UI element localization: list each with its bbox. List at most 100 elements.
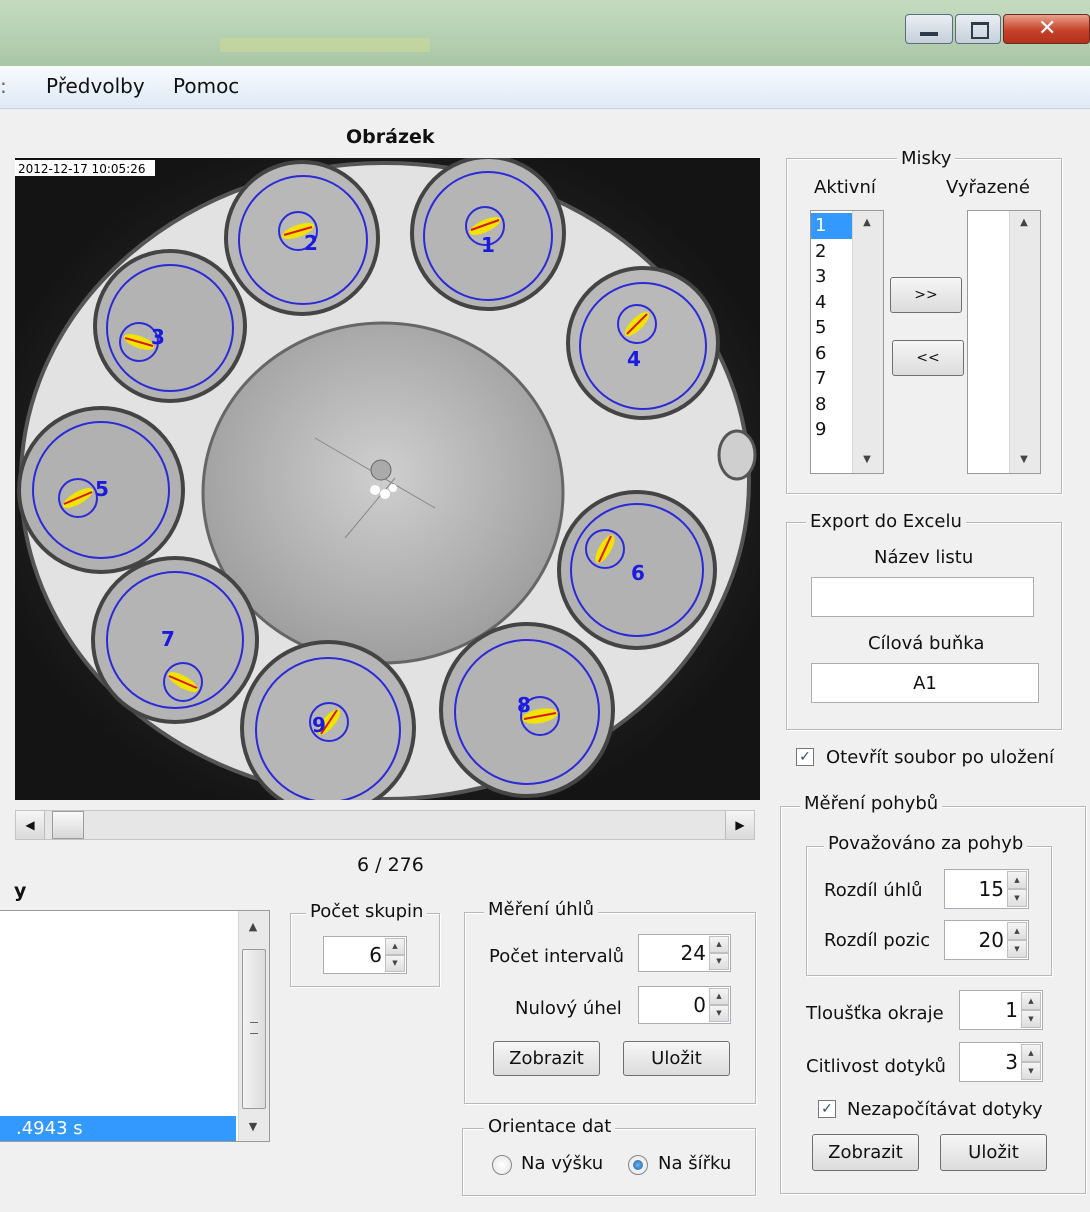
time-listbox[interactable]: .4943 s ▲ ▼ <box>0 910 270 1142</box>
app-window: ✕ : Předvolby Pomoc Obrázek 2012-12-17 1… <box>0 0 1090 1212</box>
minimize-icon <box>920 32 938 36</box>
group-count-title: Počet skupin <box>306 901 428 922</box>
orientation-horizontal-radio[interactable] <box>628 1155 648 1175</box>
checkmark-icon: ✓ <box>821 1101 833 1117</box>
camera-image[interactable]: 2012-12-17 10:05:26 1 2 3 4 5 6 7 8 9 <box>15 158 760 800</box>
scroll-down-icon[interactable]: ▼ <box>239 1111 267 1141</box>
pos-diff-value: 20 <box>978 928 1004 952</box>
angle-measure-title: Měření úhlů <box>484 899 599 920</box>
excluded-dishes-list[interactable]: ▲ ▼ <box>967 210 1041 474</box>
dish-label-2: 2 <box>304 231 318 255</box>
scroll-up-icon[interactable]: ▲ <box>853 217 881 228</box>
active-dish-item[interactable]: 3 <box>811 264 855 290</box>
active-dish-item[interactable]: 6 <box>811 341 855 367</box>
open-after-save-checkbox[interactable]: ✓ <box>796 748 814 766</box>
target-cell-label: Cílová buňka <box>868 633 985 654</box>
spin-up-icon[interactable]: ▲ <box>385 938 405 955</box>
menu-bar: : Předvolby Pomoc <box>0 66 1090 109</box>
ignore-touch-checkbox[interactable]: ✓ <box>818 1100 836 1118</box>
sensitivity-label: Citlivost dotyků <box>806 1056 946 1077</box>
time-list-scrollbar[interactable]: ▲ ▼ <box>238 911 269 1141</box>
active-dishes-label: Aktivní <box>814 177 876 198</box>
image-timestamp: 2012-12-17 10:05:26 <box>18 162 145 176</box>
active-dish-item[interactable]: 9 <box>811 417 855 443</box>
interval-value: 24 <box>680 941 706 965</box>
group-count-spinner[interactable]: 6 ▲ ▼ <box>323 936 407 974</box>
maximize-icon <box>971 22 989 39</box>
scroll-down-icon[interactable]: ▼ <box>1010 454 1038 465</box>
open-after-save-label: Otevřít soubor po uložení <box>826 747 1055 768</box>
menu-item-pomoc[interactable]: Pomoc <box>173 74 239 98</box>
maximize-button[interactable] <box>955 14 1001 44</box>
move-left-button[interactable]: << <box>892 340 964 376</box>
active-dish-item[interactable]: 7 <box>811 366 855 392</box>
menu-item-cut[interactable]: : <box>0 74 7 98</box>
slider-right-arrow-icon[interactable]: ▶ <box>725 811 754 839</box>
close-icon: ✕ <box>1038 16 1057 41</box>
angle-show-button[interactable]: Zobrazit <box>493 1041 600 1076</box>
spin-down-icon[interactable]: ▼ <box>385 955 405 972</box>
orientation-title: Orientace dat <box>484 1116 616 1137</box>
angle-diff-value: 15 <box>978 877 1004 901</box>
active-dish-item[interactable]: 4 <box>811 290 855 316</box>
spin-up-icon[interactable]: ▲ <box>709 936 729 953</box>
active-list-scrollbar[interactable]: ▲ ▼ <box>852 211 883 473</box>
spin-up-icon[interactable]: ▲ <box>1007 871 1027 889</box>
scroll-up-icon[interactable]: ▲ <box>1010 217 1038 228</box>
menu-item-predvolby[interactable]: Předvolby <box>46 74 145 98</box>
active-dish-item[interactable]: 5 <box>811 315 855 341</box>
dish-label-4: 4 <box>627 347 641 371</box>
frame-slider[interactable]: ◀ ▶ <box>15 810 755 840</box>
target-cell-input[interactable]: A1 <box>811 663 1039 703</box>
ignore-touch-label: Nezapočítávat dotyky <box>847 1099 1043 1120</box>
dish-2 <box>224 160 380 316</box>
active-dish-item[interactable]: 2 <box>811 239 855 265</box>
title-blur <box>220 38 430 52</box>
minimize-button[interactable] <box>905 14 953 44</box>
sensitivity-value: 3 <box>1005 1050 1018 1074</box>
interval-spinner[interactable]: 24 ▲ ▼ <box>638 934 731 972</box>
scroll-thumb[interactable] <box>242 949 266 1109</box>
angle-diff-spinner[interactable]: 15 ▲ ▼ <box>944 869 1029 909</box>
edge-label: Tloušťka okraje <box>806 1003 944 1024</box>
edge-spinner[interactable]: 1 ▲ ▼ <box>959 990 1043 1030</box>
pos-diff-spinner[interactable]: 20 ▲ ▼ <box>944 920 1029 960</box>
frame-counter: 6 / 276 <box>357 854 424 876</box>
move-right-button[interactable]: >> <box>890 277 962 313</box>
spin-down-icon[interactable]: ▼ <box>1021 1062 1041 1080</box>
active-dish-item[interactable]: 8 <box>811 392 855 418</box>
scroll-up-icon[interactable]: ▲ <box>239 911 267 941</box>
spin-down-icon[interactable]: ▼ <box>1007 940 1027 958</box>
active-dishes-list[interactable]: 123456789 ▲ ▼ <box>810 210 884 474</box>
active-dish-item[interactable]: 1 <box>811 213 855 239</box>
spin-down-icon[interactable]: ▼ <box>709 1005 729 1022</box>
scroll-down-icon[interactable]: ▼ <box>853 454 881 465</box>
zero-angle-spinner[interactable]: 0 ▲ ▼ <box>638 986 731 1024</box>
motion-save-button[interactable]: Uložit <box>940 1134 1047 1171</box>
slider-thumb[interactable] <box>52 811 84 839</box>
title-bar[interactable]: ✕ <box>0 0 1090 66</box>
zero-angle-value: 0 <box>693 993 706 1017</box>
spin-down-icon[interactable]: ▼ <box>1021 1010 1041 1028</box>
checkmark-icon: ✓ <box>799 749 811 765</box>
pos-diff-label: Rozdíl pozic <box>824 930 931 951</box>
angle-save-button[interactable]: Uložit <box>623 1041 730 1076</box>
spin-up-icon[interactable]: ▲ <box>709 988 729 1005</box>
sheet-name-input[interactable] <box>811 577 1034 617</box>
dish-label-6: 6 <box>631 561 645 585</box>
time-list-selected-item[interactable]: .4943 s <box>0 1116 236 1141</box>
spin-up-icon[interactable]: ▲ <box>1021 992 1041 1010</box>
dish-label-1: 1 <box>481 233 495 257</box>
excluded-list-scrollbar[interactable]: ▲ ▼ <box>1009 211 1040 473</box>
spin-down-icon[interactable]: ▼ <box>709 953 729 970</box>
dish-label-7: 7 <box>161 627 175 651</box>
orientation-vertical-radio[interactable] <box>492 1155 512 1175</box>
spin-down-icon[interactable]: ▼ <box>1007 889 1027 907</box>
close-button[interactable]: ✕ <box>1003 14 1090 44</box>
spin-up-icon[interactable]: ▲ <box>1021 1044 1041 1062</box>
slider-left-arrow-icon[interactable]: ◀ <box>16 811 45 839</box>
zero-angle-label: Nulový úhel <box>515 998 622 1019</box>
sensitivity-spinner[interactable]: 3 ▲ ▼ <box>959 1042 1043 1082</box>
spin-up-icon[interactable]: ▲ <box>1007 922 1027 940</box>
motion-show-button[interactable]: Zobrazit <box>812 1134 919 1171</box>
